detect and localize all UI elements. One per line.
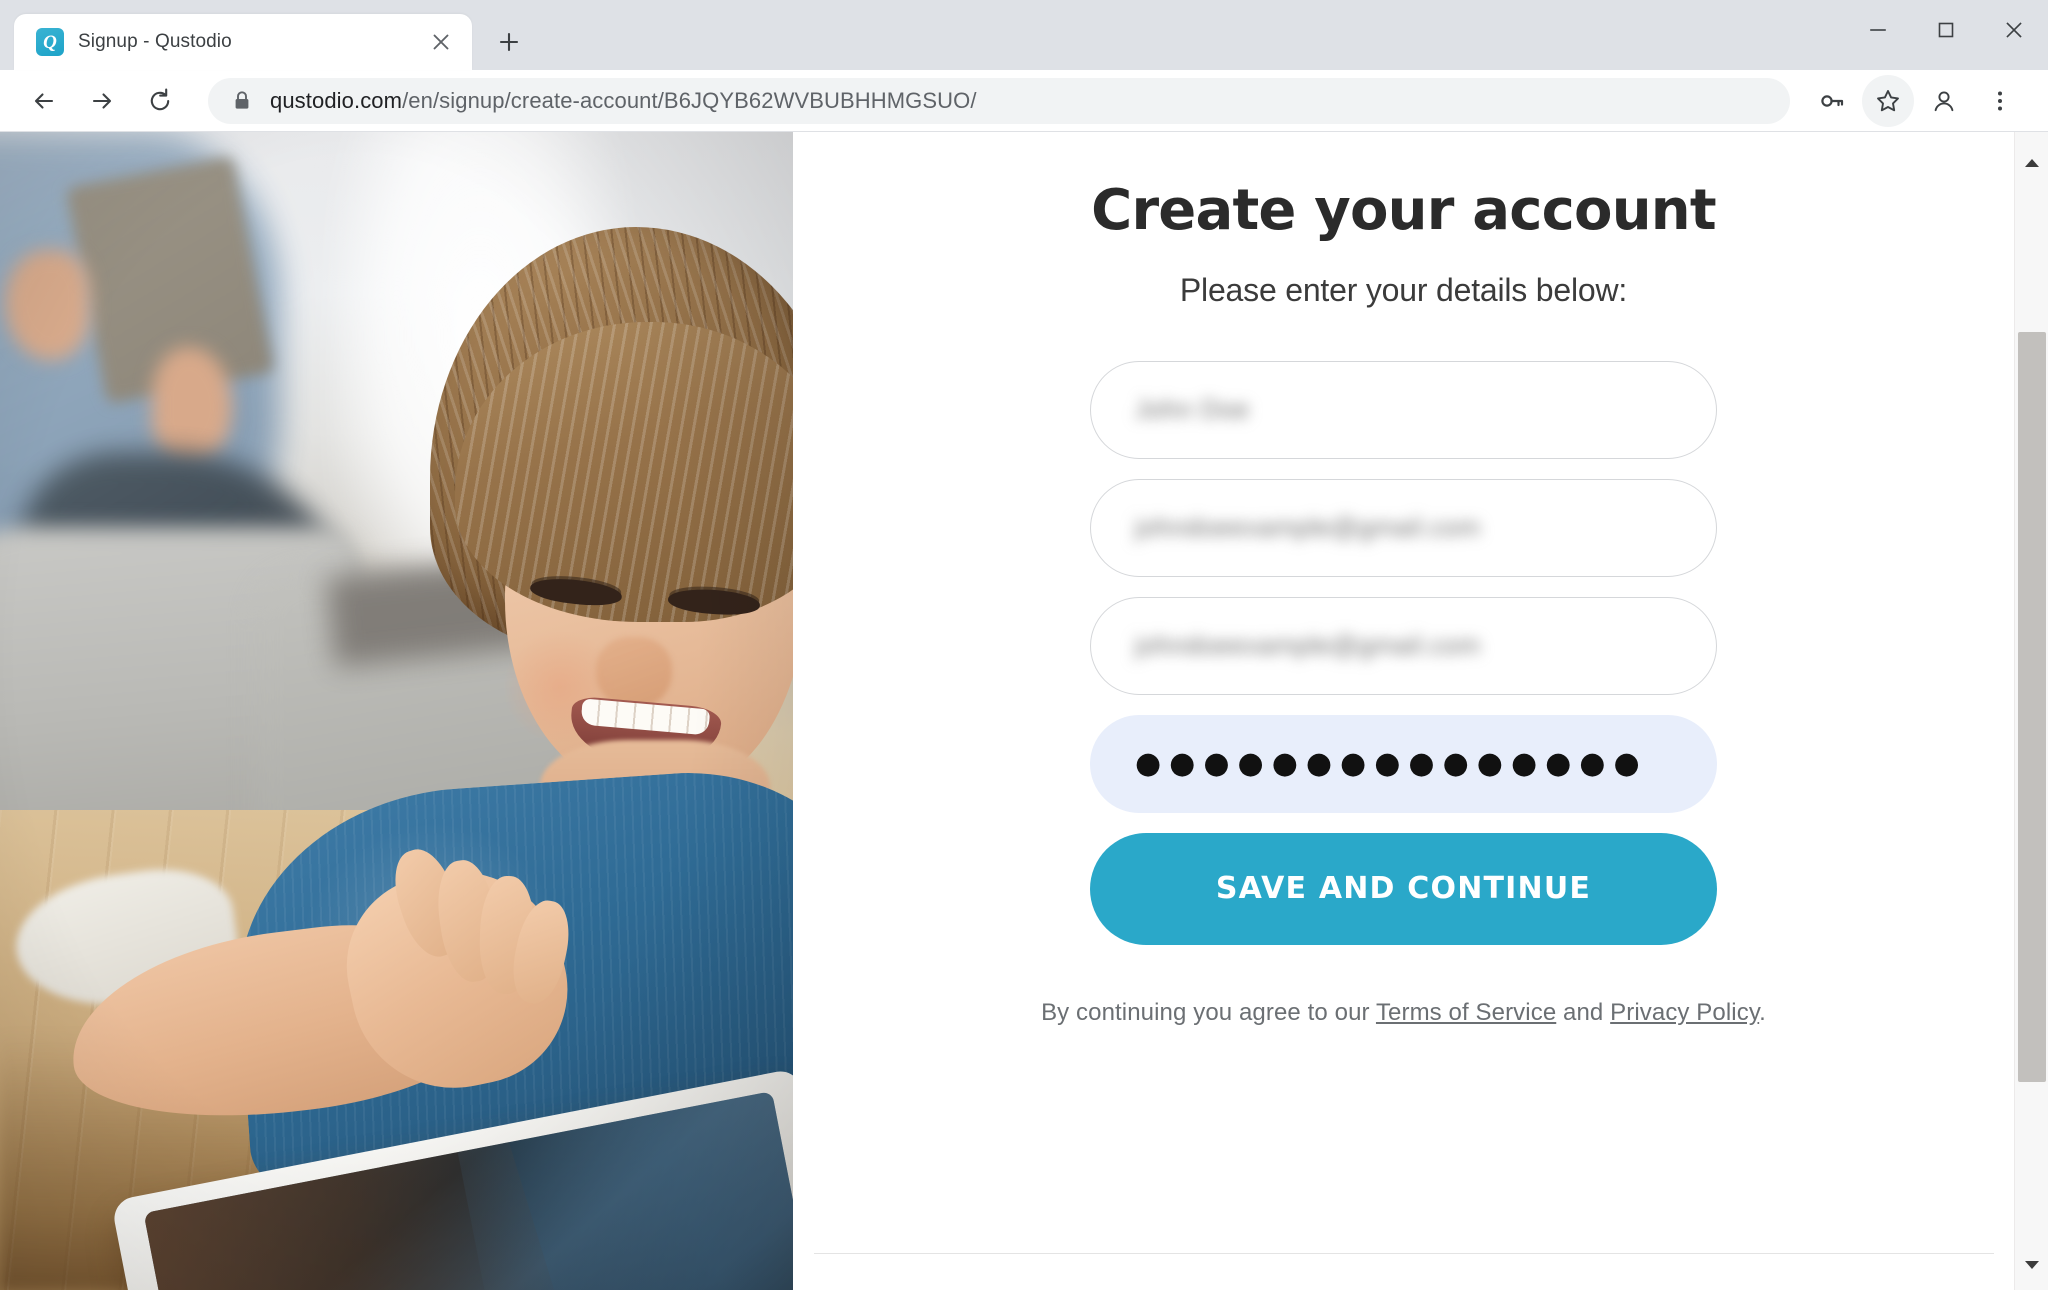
tab-strip: Q Signup - Qustodio — [0, 0, 2048, 70]
browser-tab[interactable]: Q Signup - Qustodio — [14, 14, 472, 70]
footer-divider — [813, 1253, 1994, 1254]
hero-vignette — [0, 132, 793, 1290]
lock-icon — [232, 90, 252, 112]
window-controls — [1844, 0, 2048, 60]
email-field[interactable]: johndoeexample@gmail.com — [1090, 478, 1717, 577]
password-value: ●●●●●●●●●●●●●●● — [1135, 745, 1648, 781]
qustodio-favicon-icon: Q — [36, 28, 64, 56]
page-title: Create your account — [1091, 178, 1716, 243]
create-account-form: John Doe johndoeexample@gmail.com johndo… — [1090, 360, 1717, 945]
terms-suffix: . — [1759, 998, 1766, 1026]
page-viewport: Create your account Please enter your de… — [0, 132, 2048, 1290]
back-arrow-icon[interactable] — [18, 75, 70, 127]
email-value: johndoeexample@gmail.com — [1135, 512, 1481, 543]
url-domain: qustodio.com — [270, 87, 403, 113]
terms-text: By continuing you agree to our Terms of … — [1041, 999, 1766, 1027]
hero-photo — [0, 132, 793, 1290]
reload-icon[interactable] — [134, 75, 186, 127]
close-tab-icon[interactable] — [426, 27, 456, 57]
full-name-field[interactable]: John Doe — [1090, 360, 1717, 459]
address-bar[interactable]: qustodio.com/en/signup/create-account/B6… — [208, 77, 1790, 124]
browser-toolbar: qustodio.com/en/signup/create-account/B6… — [0, 70, 2048, 132]
forward-arrow-icon[interactable] — [76, 75, 128, 127]
scroll-up-arrow-icon[interactable] — [2015, 146, 2048, 180]
terms-of-service-link[interactable]: Terms of Service — [1376, 999, 1556, 1026]
url-text: qustodio.com/en/signup/create-account/B6… — [270, 88, 977, 114]
profile-icon[interactable] — [1918, 75, 1970, 127]
maximize-icon[interactable] — [1912, 0, 1980, 60]
terms-middle: and — [1556, 998, 1611, 1026]
full-name-value: John Doe — [1135, 394, 1250, 425]
confirm-email-value: johndoeexample@gmail.com — [1135, 630, 1481, 661]
new-tab-button[interactable] — [486, 19, 532, 65]
key-icon[interactable] — [1806, 75, 1858, 127]
tab-title: Signup - Qustodio — [78, 31, 232, 52]
favicon-letter: Q — [43, 31, 57, 53]
three-dot-menu-icon[interactable] — [1974, 75, 2026, 127]
star-icon[interactable] — [1862, 74, 1914, 127]
minimize-icon[interactable] — [1844, 0, 1912, 60]
password-field[interactable]: ●●●●●●●●●●●●●●● — [1090, 714, 1717, 813]
signup-form-panel: Create your account Please enter your de… — [793, 132, 2014, 1290]
scroll-down-arrow-icon[interactable] — [2015, 1248, 2048, 1282]
privacy-policy-link[interactable]: Privacy Policy — [1610, 999, 1759, 1026]
page-subtitle: Please enter your details below: — [1179, 271, 1628, 308]
page-scrollbar[interactable] — [2014, 132, 2048, 1290]
confirm-email-field[interactable]: johndoeexample@gmail.com — [1090, 596, 1717, 695]
scrollbar-thumb[interactable] — [2018, 332, 2046, 1082]
terms-prefix: By continuing you agree to our — [1041, 998, 1376, 1026]
save-and-continue-button[interactable]: SAVE AND CONTINUE — [1090, 832, 1717, 945]
url-path: /en/signup/create-account/B6JQYB62WVBUBH… — [402, 87, 977, 113]
close-icon[interactable] — [1980, 0, 2048, 60]
browser-window: Q Signup - Qustodio qustodio.com/en/sign… — [0, 0, 2048, 1290]
